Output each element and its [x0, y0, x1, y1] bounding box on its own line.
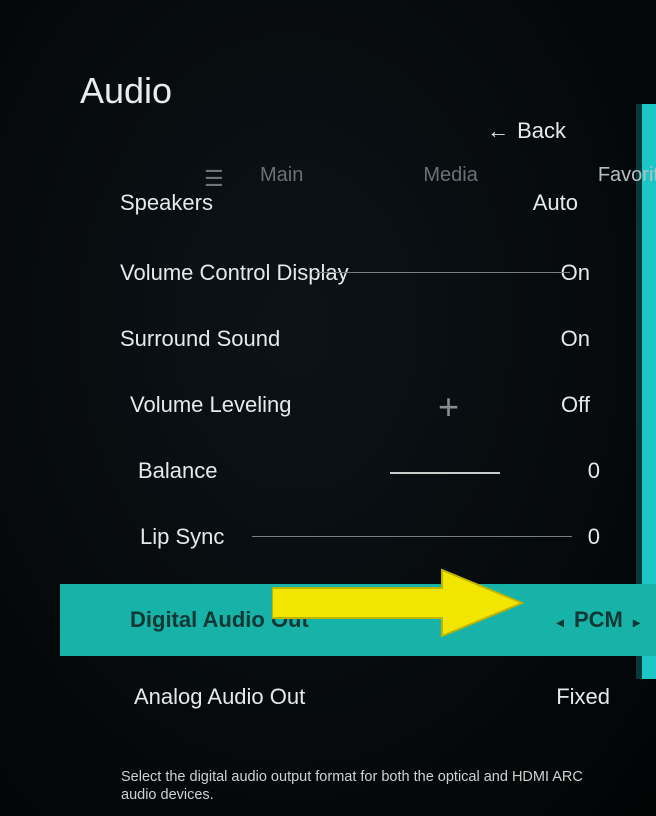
row-volume-leveling[interactable]: Volume Leveling Off: [60, 372, 620, 438]
label-digital-audio-out: Digital Audio Out: [130, 607, 309, 633]
row-volume-display[interactable]: Volume Control Display On: [60, 240, 620, 306]
divider: [315, 272, 570, 273]
value-volume-leveling: Off: [561, 392, 590, 418]
label-volume-display: Volume Control Display: [120, 260, 349, 286]
value-analog-audio-out: Fixed: [556, 684, 610, 710]
row-analog-audio-out[interactable]: Analog Audio Out Fixed: [60, 664, 620, 730]
row-speakers[interactable]: Speakers Auto: [60, 170, 620, 236]
tv-settings-screen: Audio ← Back ☰ Main Media Favorites Spea…: [0, 0, 656, 816]
audio-menu: Audio ← Back ☰ Main Media Favorites Spea…: [60, 70, 656, 112]
value-volume-display: On: [561, 260, 590, 286]
value-balance: 0: [588, 458, 600, 484]
chevron-right-icon[interactable]: ▸: [629, 614, 644, 630]
back-label: Back: [517, 118, 566, 144]
label-speakers: Speakers: [120, 190, 213, 216]
label-volume-leveling: Volume Leveling: [130, 392, 291, 418]
label-lip-sync: Lip Sync: [140, 524, 224, 550]
label-surround: Surround Sound: [120, 326, 280, 352]
row-digital-audio-out[interactable]: Digital Audio Out ◂ PCM ▸: [60, 584, 656, 656]
settings-list: Speakers Auto Volume Control Display On …: [60, 170, 620, 704]
value-surround: On: [561, 326, 590, 352]
helper-text: Select the digital audio output format f…: [121, 768, 611, 804]
back-button[interactable]: ← Back: [487, 118, 566, 144]
label-analog-audio-out: Analog Audio Out: [134, 684, 305, 710]
value-lip-sync: 0: [588, 524, 600, 550]
divider: [252, 536, 572, 537]
row-balance[interactable]: Balance 0: [60, 438, 620, 504]
back-arrow-icon: ←: [487, 118, 509, 144]
balance-slider-track[interactable]: [390, 472, 500, 474]
page-title: Audio: [80, 70, 656, 112]
value-digital-audio-out: ◂ PCM ▸: [553, 607, 644, 633]
row-lip-sync[interactable]: Lip Sync 0: [60, 504, 620, 570]
value-speakers: Auto: [533, 190, 578, 216]
label-balance: Balance: [138, 458, 218, 484]
value-digital-audio-out-text: PCM: [574, 607, 623, 632]
row-surround[interactable]: Surround Sound On: [60, 306, 620, 372]
chevron-left-icon[interactable]: ◂: [553, 614, 568, 630]
plus-icon: +: [438, 386, 459, 428]
